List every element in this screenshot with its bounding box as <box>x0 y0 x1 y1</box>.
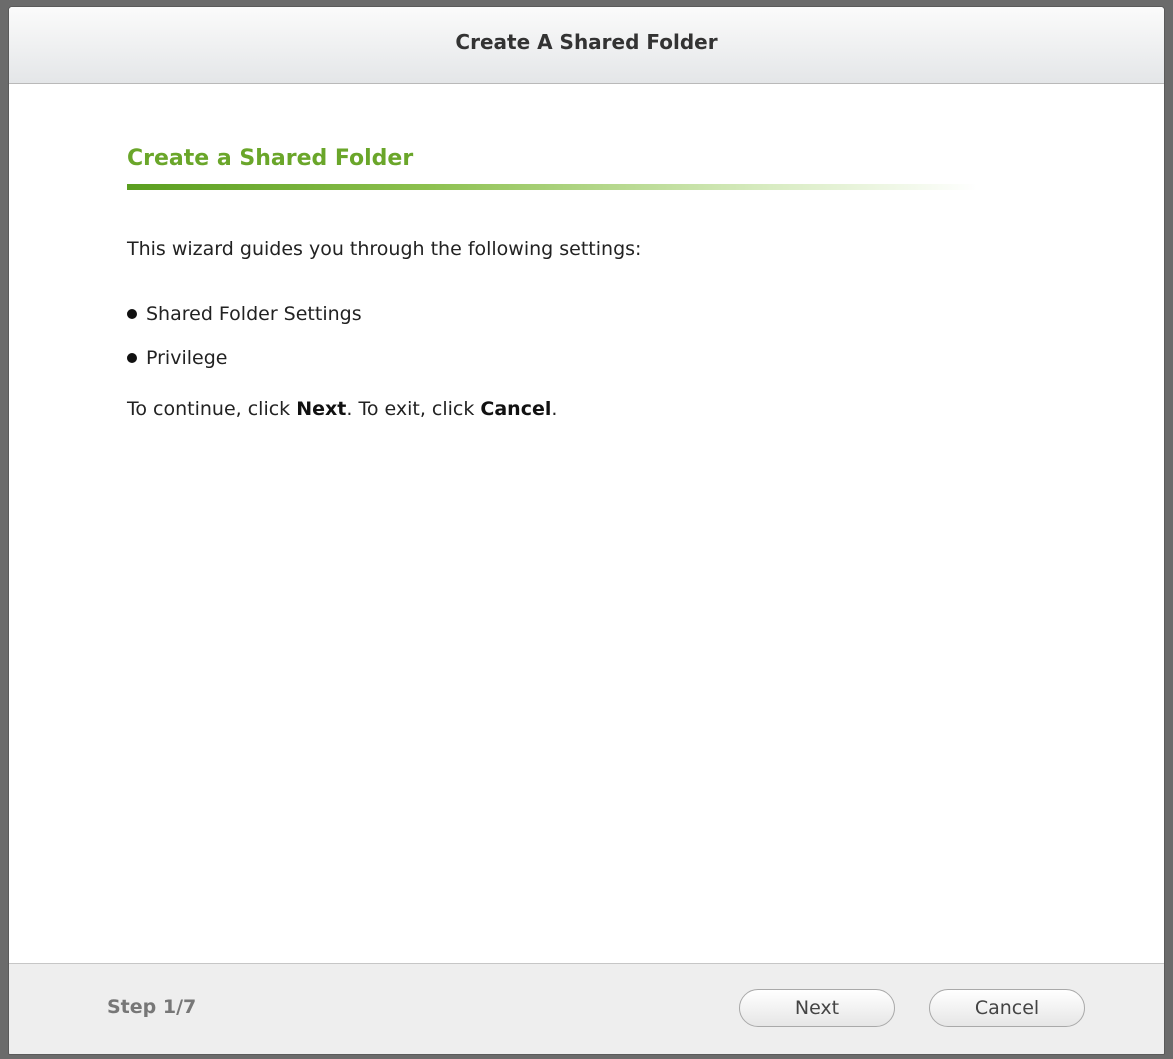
instructions-text: To continue, click Next. To exit, click … <box>127 398 557 420</box>
list-item-label: Shared Folder Settings <box>146 303 362 325</box>
heading-divider <box>127 184 977 190</box>
list-item-label: Privilege <box>146 347 228 369</box>
next-button[interactable]: Next <box>739 989 895 1027</box>
instructions-suffix: . <box>551 398 558 420</box>
instructions-cancel: Cancel <box>480 398 552 420</box>
cancel-button[interactable]: Cancel <box>929 989 1085 1027</box>
wizard-content: Create a Shared Folder This wizard guide… <box>9 84 1164 964</box>
intro-text: This wizard guides you through the follo… <box>127 238 642 260</box>
wizard-footer: Step 1/7 Next Cancel <box>9 963 1164 1054</box>
page-heading: Create a Shared Folder <box>127 146 414 171</box>
bullet-icon <box>127 353 137 363</box>
wizard-window: Create A Shared Folder Create a Shared F… <box>8 6 1165 1055</box>
step-indicator: Step 1/7 <box>107 996 197 1018</box>
list-item: Privilege <box>127 336 362 380</box>
window-title: Create A Shared Folder <box>455 30 718 54</box>
instructions-prefix: To continue, click <box>127 398 297 420</box>
settings-list: Shared Folder Settings Privilege <box>127 292 362 380</box>
instructions-next: Next <box>296 398 347 420</box>
title-bar[interactable]: Create A Shared Folder <box>9 7 1164 84</box>
list-item: Shared Folder Settings <box>127 292 362 336</box>
bullet-icon <box>127 309 137 319</box>
instructions-middle: . To exit, click <box>346 398 481 420</box>
